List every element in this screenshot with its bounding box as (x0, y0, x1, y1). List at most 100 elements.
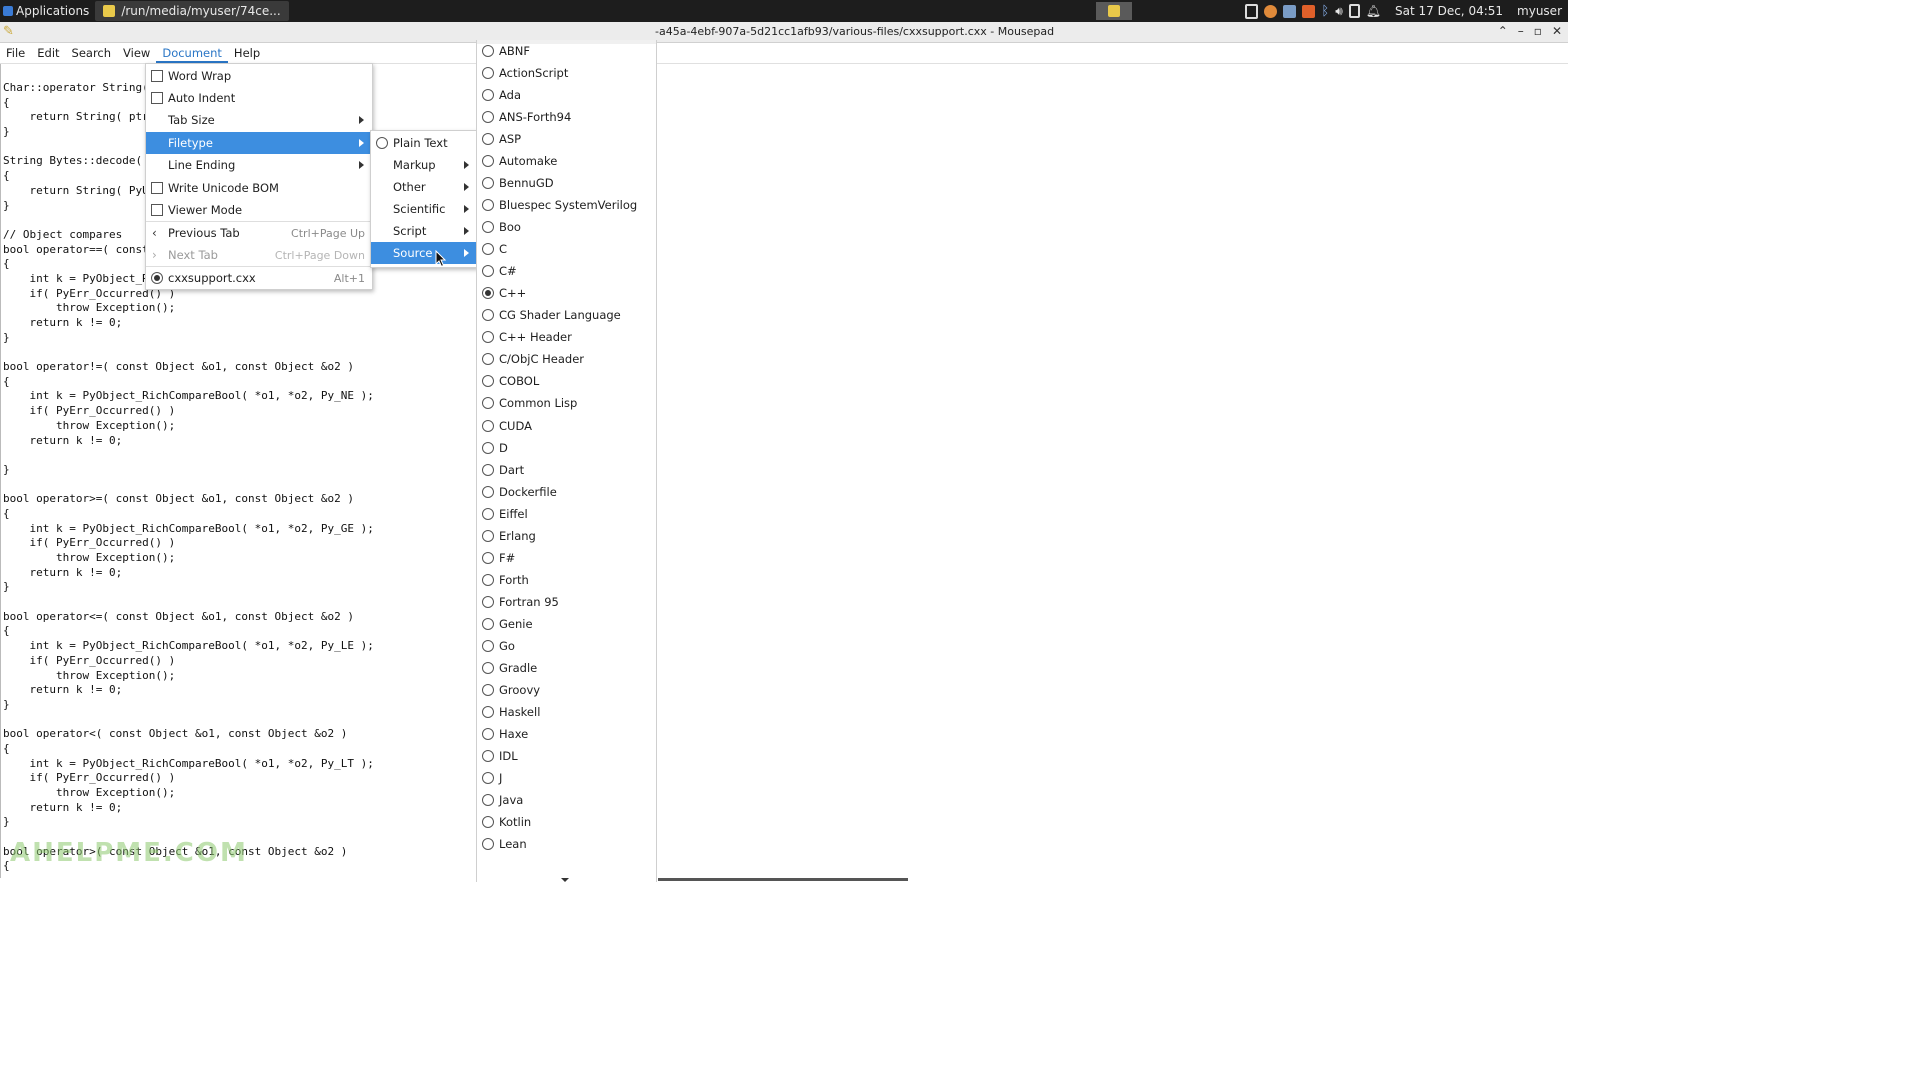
language-radio[interactable] (482, 243, 494, 256)
menu-item-other[interactable]: Other (371, 176, 477, 198)
language-radio[interactable] (482, 441, 494, 454)
source-language-item[interactable]: Groovy (477, 679, 656, 701)
menu-item-source[interactable]: Source (371, 242, 477, 264)
clock[interactable]: Sat 17 Dec, 04:51 (1395, 4, 1503, 18)
bluetooth-icon[interactable]: ᛒ (1321, 4, 1329, 19)
shield-icon[interactable] (1302, 4, 1316, 18)
applications-menu[interactable]: Applications (0, 0, 95, 22)
volume-icon[interactable]: 🔊︎ (1335, 4, 1343, 19)
workspace-indicator[interactable] (1096, 2, 1132, 20)
minimize-button[interactable]: – (1518, 24, 1524, 38)
language-radio[interactable] (482, 683, 494, 696)
plain-text-radio[interactable] (376, 137, 388, 149)
source-language-item[interactable]: ASP (477, 128, 656, 150)
source-language-item[interactable]: ANS-Forth94 (477, 106, 656, 128)
scroll-down-icon[interactable] (561, 878, 569, 882)
shade-button[interactable]: ⌃ (1498, 24, 1508, 38)
language-radio[interactable] (482, 111, 494, 124)
source-language-item[interactable]: CG Shader Language (477, 304, 656, 326)
language-radio[interactable] (482, 133, 494, 146)
menu-item-markup[interactable]: Markup (371, 154, 477, 176)
source-language-item[interactable]: COBOL (477, 370, 656, 392)
source-language-item[interactable]: Dockerfile (477, 481, 656, 503)
language-radio[interactable] (482, 331, 494, 344)
source-language-item[interactable]: Lean (477, 833, 656, 855)
source-language-item[interactable]: C++ Header (477, 326, 656, 348)
source-language-item[interactable]: Erlang (477, 525, 656, 547)
language-radio[interactable] (482, 816, 494, 829)
menu-item-scientific[interactable]: Scientific (371, 198, 477, 220)
source-language-item[interactable]: CUDA (477, 415, 656, 437)
language-radio[interactable] (482, 287, 494, 300)
unicode-bom-checkbox[interactable] (151, 182, 163, 194)
language-radio[interactable] (482, 794, 494, 807)
source-language-item[interactable]: C# (477, 260, 656, 282)
language-radio[interactable] (482, 177, 494, 190)
source-language-item[interactable]: Haxe (477, 723, 656, 745)
menu-search[interactable]: Search (66, 43, 118, 63)
menu-file[interactable]: File (0, 43, 31, 63)
user-menu[interactable]: myuser (1517, 4, 1562, 18)
language-radio[interactable] (482, 595, 494, 608)
source-language-item[interactable]: Bluespec SystemVerilog (477, 194, 656, 216)
menu-item-auto-indent[interactable]: Auto Indent (146, 87, 372, 109)
language-radio[interactable] (482, 221, 494, 234)
source-language-item[interactable]: C++ (477, 282, 656, 304)
language-radio[interactable] (482, 661, 494, 674)
menu-edit[interactable]: Edit (31, 43, 65, 63)
update-icon[interactable] (1264, 4, 1278, 18)
language-radio[interactable] (482, 199, 494, 212)
source-language-item[interactable]: Kotlin (477, 811, 656, 833)
menu-item-script[interactable]: Script (371, 220, 477, 242)
language-radio[interactable] (482, 265, 494, 278)
source-language-item[interactable]: Automake (477, 150, 656, 172)
menu-help[interactable]: Help (228, 43, 266, 63)
language-radio[interactable] (482, 838, 494, 851)
language-radio[interactable] (482, 771, 494, 784)
language-radio[interactable] (482, 89, 494, 102)
source-language-item[interactable]: J (477, 767, 656, 789)
language-radio[interactable] (482, 639, 494, 652)
source-language-item[interactable]: BennuGD (477, 172, 656, 194)
menu-item-viewer-mode[interactable]: Viewer Mode (146, 199, 372, 221)
word-wrap-checkbox[interactable] (151, 70, 163, 82)
language-radio[interactable] (482, 749, 494, 762)
source-language-item[interactable]: ActionScript (477, 62, 656, 84)
source-language-item[interactable]: Boo (477, 216, 656, 238)
language-radio[interactable] (482, 67, 494, 80)
language-radio[interactable] (482, 353, 494, 366)
menu-item-previous-tab[interactable]: ‹ Previous Tab Ctrl+Page Up (146, 222, 372, 244)
source-language-item[interactable]: ABNF (477, 40, 656, 62)
language-radio[interactable] (482, 397, 494, 410)
menu-item-word-wrap[interactable]: Word Wrap (146, 65, 372, 87)
auto-indent-checkbox[interactable] (151, 92, 163, 104)
menu-item-filetype[interactable]: Filetype (146, 132, 372, 154)
source-language-item[interactable]: Eiffel (477, 503, 656, 525)
close-button[interactable]: ✕ (1552, 24, 1562, 38)
menu-view[interactable]: View (117, 43, 156, 63)
menu-item-line-ending[interactable]: Line Ending (146, 154, 372, 176)
horizontal-scrollbar[interactable] (658, 878, 908, 881)
window-titlebar[interactable]: ✎ -a45a-4ebf-907a-5d21cc1afb93/various-f… (0, 22, 1568, 43)
maximize-button[interactable]: ▫ (1534, 24, 1542, 38)
source-language-item[interactable]: Forth (477, 569, 656, 591)
source-language-item[interactable]: Genie (477, 613, 656, 635)
language-radio[interactable] (482, 45, 494, 57)
source-language-item[interactable]: Common Lisp (477, 392, 656, 414)
menu-item-open-file[interactable]: cxxsupport.cxx Alt+1 (146, 267, 372, 289)
language-radio[interactable] (482, 573, 494, 586)
menu-item-write-unicode-bom[interactable]: Write Unicode BOM (146, 177, 372, 199)
source-language-item[interactable]: Gradle (477, 657, 656, 679)
menu-document[interactable]: Document (156, 43, 228, 63)
source-language-item[interactable]: Haskell (477, 701, 656, 723)
language-radio[interactable] (482, 705, 494, 718)
language-radio[interactable] (482, 155, 494, 168)
source-language-item[interactable]: Dart (477, 459, 656, 481)
clipboard-icon[interactable] (1245, 3, 1259, 19)
viewer-mode-checkbox[interactable] (151, 204, 163, 216)
menu-item-plain-text[interactable]: Plain Text (371, 132, 477, 154)
menu-item-tab-size[interactable]: Tab Size (146, 109, 372, 131)
language-radio[interactable] (482, 529, 494, 542)
source-language-item[interactable]: D (477, 437, 656, 459)
source-language-item[interactable]: Fortran 95 (477, 591, 656, 613)
